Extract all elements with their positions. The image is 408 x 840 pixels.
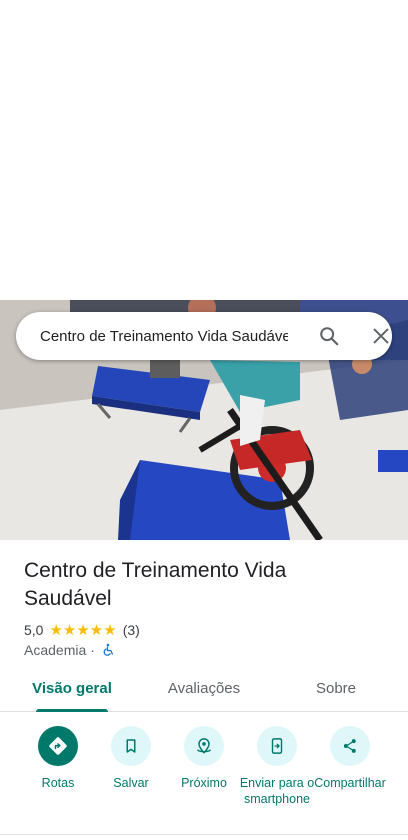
active-tab-indicator (36, 709, 108, 712)
place-title: Centro de Treinamento Vida Saudável (24, 557, 384, 613)
directions-icon (49, 737, 67, 755)
place-tabs: Visão geral Avaliações Sobre (0, 672, 408, 712)
close-icon[interactable] (370, 325, 392, 347)
search-bar[interactable]: Centro de Treinamento Vida Saudável (16, 312, 392, 360)
review-count[interactable]: (3) (123, 622, 140, 638)
send-to-phone-icon (271, 738, 283, 754)
search-input[interactable]: Centro de Treinamento Vida Saudável (40, 328, 288, 345)
nearby-button[interactable]: Próximo (164, 726, 244, 791)
tab-overview[interactable]: Visão geral (16, 672, 128, 712)
directions-button[interactable]: Rotas (18, 726, 98, 791)
rating-value: 5,0 (24, 622, 44, 638)
send-to-phone-button-circle[interactable] (257, 726, 297, 766)
category-row: Academia · (24, 640, 115, 660)
tab-about[interactable]: Sobre (280, 672, 392, 712)
directions-label: Rotas (41, 776, 75, 790)
rating-row[interactable]: 5,0 ★★★★★ (3) (24, 620, 140, 640)
share-button[interactable]: Compartilhar (310, 726, 390, 791)
save-button-circle[interactable] (111, 726, 151, 766)
wheelchair-icon (103, 643, 113, 656)
place-title-line-2: Saudável (24, 587, 112, 610)
place-category: Academia (24, 642, 87, 658)
action-buttons: Rotas Salvar Próximo Enviar para o smart… (0, 726, 408, 826)
send-to-phone-button[interactable]: Enviar para o smartphone (237, 726, 317, 807)
send-to-phone-label: Enviar para o smartphone (239, 776, 315, 806)
bookmark-icon (126, 739, 136, 753)
tab-reviews[interactable]: Avaliações (148, 672, 260, 712)
category-separator: · (90, 642, 95, 658)
share-label: Compartilhar (314, 776, 386, 790)
nearby-icon (197, 738, 211, 754)
search-icon[interactable] (318, 325, 340, 347)
directions-button-circle[interactable] (38, 726, 78, 766)
divider (0, 834, 408, 835)
share-icon (343, 739, 356, 753)
share-button-circle[interactable] (330, 726, 370, 766)
map-area-blank (0, 0, 408, 300)
save-button[interactable]: Salvar (91, 726, 171, 791)
nearby-button-circle[interactable] (184, 726, 224, 766)
place-title-line-1: Centro de Treinamento Vida (24, 559, 287, 582)
nearby-label: Próximo (181, 776, 227, 790)
save-label: Salvar (113, 776, 149, 790)
star-rating: ★★★★★ (49, 622, 117, 639)
